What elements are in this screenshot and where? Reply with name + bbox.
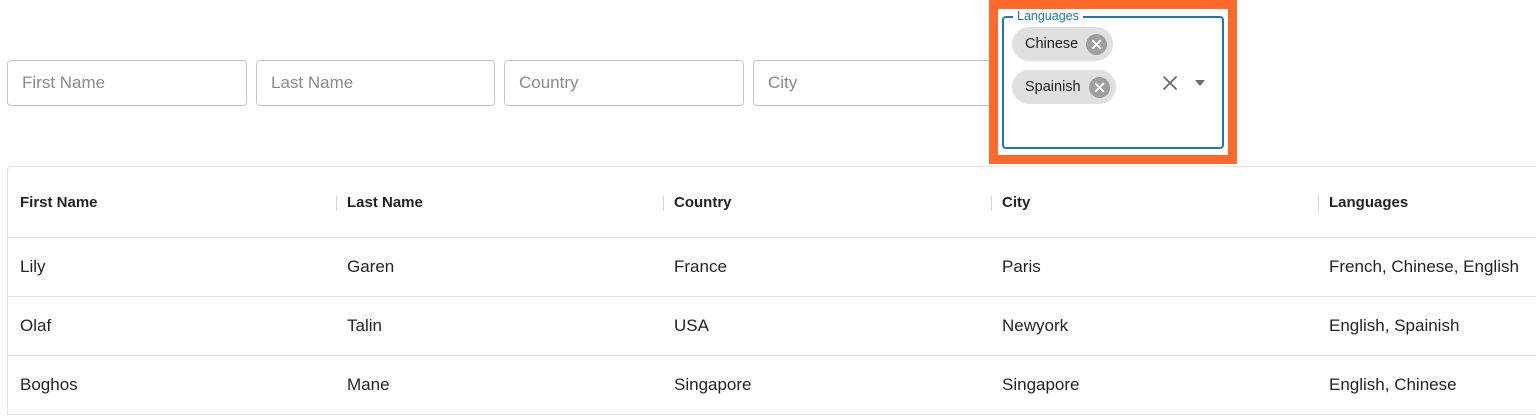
cell-country: USA <box>674 316 709 335</box>
first-name-filter-field <box>7 60 247 106</box>
cell-country: France <box>674 257 727 276</box>
language-chip-chinese[interactable]: Chinese <box>1012 27 1114 61</box>
table-header-row: First Name Last Name Country City Langua… <box>8 167 1536 238</box>
table-row[interactable]: Olaf Talin USA Newyork English, Spainish <box>8 297 1536 356</box>
chip-label: Spainish <box>1025 79 1081 95</box>
cancel-circle-icon[interactable] <box>1086 33 1108 55</box>
column-header-first-name[interactable]: First Name <box>20 167 98 237</box>
first-name-filter-input[interactable] <box>8 61 246 105</box>
cancel-circle-icon[interactable] <box>1088 76 1110 98</box>
column-separator[interactable] <box>991 196 992 211</box>
table-row[interactable]: Lily Garen France Paris French, Chinese,… <box>8 238 1536 297</box>
cell-first-name: Lily <box>20 257 46 276</box>
column-header-country[interactable]: Country <box>674 167 732 237</box>
cell-first-name: Olaf <box>20 316 52 335</box>
data-table: First Name Last Name Country City Langua… <box>7 166 1536 415</box>
cell-last-name: Mane <box>347 375 390 394</box>
cell-last-name: Garen <box>347 257 395 276</box>
column-header-city[interactable]: City <box>1002 167 1030 237</box>
city-filter-field <box>753 60 993 106</box>
cell-languages: French, Chinese, English <box>1329 257 1519 276</box>
cell-city: Paris <box>1002 257 1041 276</box>
country-filter-field <box>504 60 744 106</box>
column-header-languages[interactable]: Languages <box>1329 167 1408 237</box>
cell-last-name: Talin <box>347 316 382 335</box>
country-filter-input[interactable] <box>505 61 743 105</box>
cell-languages: English, Chinese <box>1329 375 1457 394</box>
last-name-filter-field <box>256 60 495 106</box>
column-separator[interactable] <box>663 196 664 211</box>
languages-multiselect-label: Languages <box>1013 9 1083 23</box>
cell-languages: English, Spainish <box>1329 316 1460 335</box>
cell-city: Singapore <box>1002 375 1080 394</box>
cell-country: Singapore <box>674 375 752 394</box>
column-header-last-name[interactable]: Last Name <box>347 167 423 237</box>
column-separator[interactable] <box>1318 196 1319 211</box>
table-row[interactable]: Boghos Mane Singapore Singapore English,… <box>8 356 1536 415</box>
arrow-drop-down-icon[interactable] <box>1191 76 1209 90</box>
column-separator[interactable] <box>336 196 337 211</box>
city-filter-input[interactable] <box>754 61 993 105</box>
language-chip-spainish[interactable]: Spainish <box>1012 70 1116 104</box>
chip-label: Chinese <box>1025 36 1079 52</box>
data-grid-page: Languages Chinese Spainish First Name La… <box>0 0 1536 418</box>
cell-city: Newyork <box>1002 316 1069 335</box>
last-name-filter-input[interactable] <box>257 61 494 105</box>
close-icon[interactable] <box>1160 73 1180 93</box>
cell-first-name: Boghos <box>20 375 78 394</box>
